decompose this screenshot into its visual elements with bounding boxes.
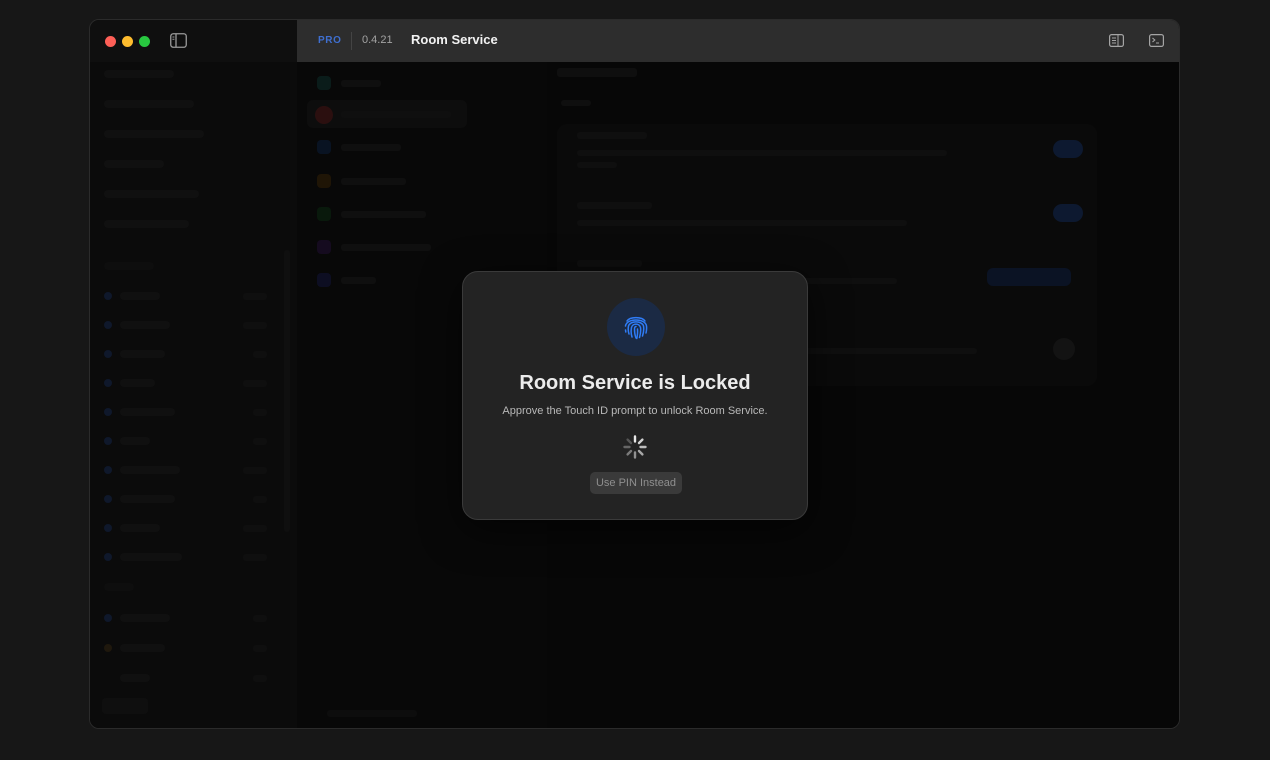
terminal-icon[interactable] xyxy=(1149,34,1164,47)
title-divider xyxy=(351,32,352,50)
app-version: 0.4.21 xyxy=(362,34,393,46)
app-title: Room Service xyxy=(411,32,498,47)
sidebar-toggle-icon[interactable] xyxy=(170,33,187,48)
loading-spinner-icon xyxy=(623,435,647,459)
close-window-button[interactable] xyxy=(105,36,116,47)
use-pin-button[interactable]: Use PIN Instead xyxy=(590,472,682,494)
fingerprint-icon xyxy=(624,316,648,340)
title-bar: PRO 0.4.21 Room Service xyxy=(297,20,1179,63)
zoom-window-button[interactable] xyxy=(139,36,150,47)
lock-dialog: Room Service is Locked Approve the Touch… xyxy=(462,271,808,520)
pro-badge: PRO xyxy=(318,35,342,46)
lock-subtitle: Approve the Touch ID prompt to unlock Ro… xyxy=(502,405,768,417)
minimize-window-button[interactable] xyxy=(122,36,133,47)
lock-title: Room Service is Locked xyxy=(519,372,751,394)
inspector-panel-icon[interactable] xyxy=(1109,34,1124,47)
fingerprint-badge xyxy=(607,298,665,356)
